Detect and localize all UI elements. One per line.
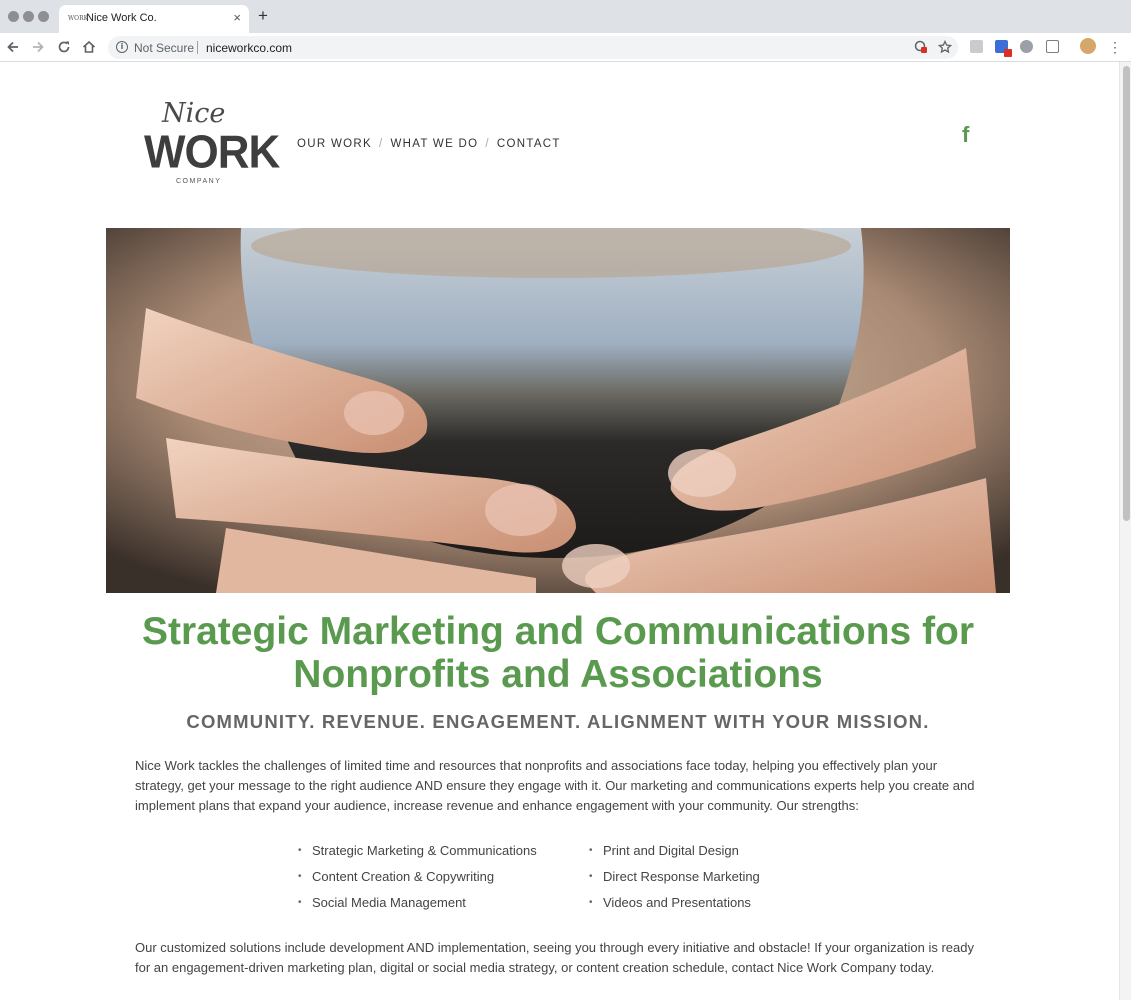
nav-separator: /	[485, 138, 490, 150]
extension-reader-icon[interactable]	[1046, 40, 1059, 53]
browser-tab-bar: WORK Nice Work Co. × +	[0, 0, 1131, 33]
page-subheadline: COMMUNITY. REVENUE. ENGAGEMENT. ALIGNMEN…	[186, 711, 930, 732]
intro-paragraph: Nice Work tackles the challenges of limi…	[135, 758, 975, 813]
nav-what-we-do[interactable]: WHAT WE DO	[390, 138, 478, 150]
extension-badge-icon[interactable]	[995, 40, 1012, 57]
kebab-menu-icon[interactable]: ⋮	[1108, 39, 1122, 55]
list-item: Videos and Presentations	[589, 894, 760, 920]
browser-tab[interactable]: WORK Nice Work Co. ×	[59, 5, 249, 33]
back-arrow-icon[interactable]	[5, 39, 21, 55]
page-viewport: Nice WORK COMPANY OUR WORK / WHAT WE DO …	[0, 62, 1131, 1000]
logo-script-text: Nice	[162, 98, 226, 129]
logo-wordmark: WORK	[144, 126, 280, 179]
list-item: Content Creation & Copywriting	[298, 868, 537, 894]
close-window-icon[interactable]	[8, 11, 19, 22]
new-tab-button[interactable]: +	[258, 7, 268, 25]
nav-separator: /	[378, 138, 384, 150]
reload-icon[interactable]	[56, 39, 72, 55]
home-icon[interactable]	[81, 39, 97, 55]
address-bar[interactable]: i Not Secure niceworkco.com	[108, 36, 958, 59]
list-item: Strategic Marketing & Communications	[298, 842, 537, 868]
strengths-list-left: Strategic Marketing & Communications Con…	[298, 842, 537, 920]
strengths-list-right: Print and Digital Design Direct Response…	[589, 842, 760, 920]
tab-close-icon[interactable]: ×	[233, 10, 241, 26]
tab-title: Nice Work Co.	[86, 12, 157, 24]
list-item: Social Media Management	[298, 894, 537, 920]
page-scrollbar[interactable]	[1119, 62, 1131, 1000]
nav-contact[interactable]: CONTACT	[497, 138, 561, 150]
extension-translate-icon[interactable]	[970, 40, 983, 53]
security-label[interactable]: Not Secure	[134, 41, 194, 55]
closing-paragraph: Our customized solutions include develop…	[135, 940, 974, 975]
hero-illustration	[106, 228, 1010, 593]
page-headline: Strategic Marketing and Communications f…	[141, 610, 975, 696]
browser-toolbar: i Not Secure niceworkco.com ⋮	[0, 33, 1131, 62]
address-separator	[197, 41, 198, 54]
logo-company-text: COMPANY	[176, 178, 222, 185]
minimize-window-icon[interactable]	[23, 11, 34, 22]
url-text[interactable]: niceworkco.com	[206, 41, 292, 55]
site-logo[interactable]: Nice WORK COMPANY	[144, 98, 280, 190]
site-favicon-icon: WORK	[68, 15, 89, 22]
main-navigation: OUR WORK / WHAT WE DO / CONTACT	[297, 138, 561, 150]
hero-image	[106, 228, 1010, 593]
profile-avatar-icon[interactable]	[1080, 38, 1096, 54]
star-icon[interactable]	[937, 39, 953, 57]
facebook-icon[interactable]: f	[962, 122, 969, 148]
extension-cloud-icon[interactable]	[1020, 40, 1033, 53]
blocked-content-icon[interactable]	[914, 40, 928, 57]
maximize-window-icon[interactable]	[38, 11, 49, 22]
list-item: Direct Response Marketing	[589, 868, 760, 894]
scrollbar-thumb[interactable]	[1123, 66, 1130, 521]
list-item: Print and Digital Design	[589, 842, 760, 868]
forward-arrow-icon[interactable]	[30, 39, 46, 55]
info-icon[interactable]: i	[116, 41, 128, 53]
nav-our-work[interactable]: OUR WORK	[297, 138, 372, 150]
